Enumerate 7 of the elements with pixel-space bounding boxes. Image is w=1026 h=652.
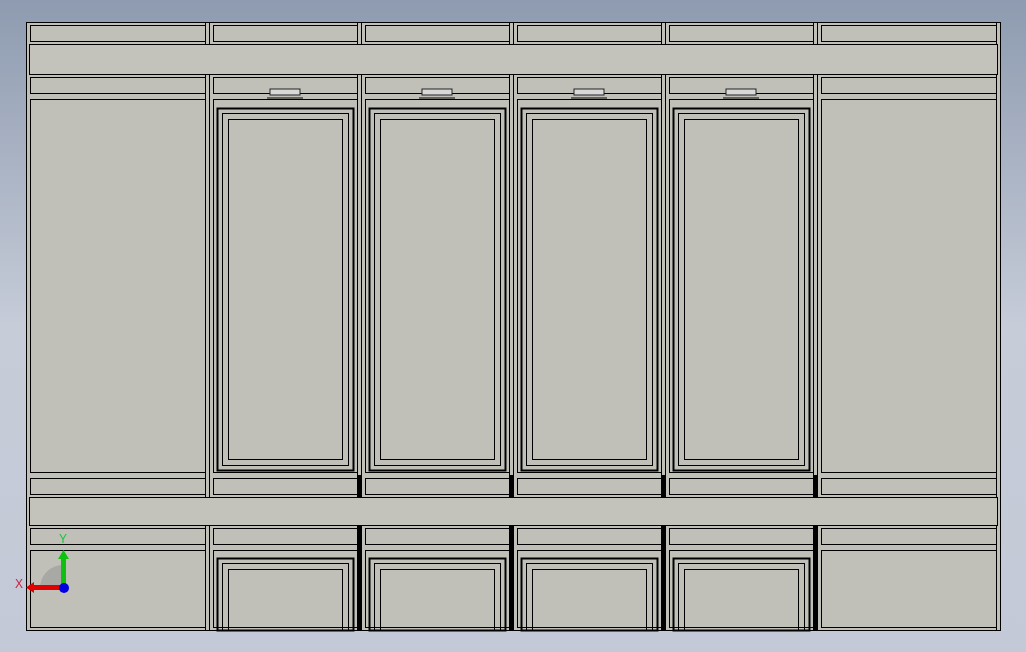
door-handle-icon: [266, 88, 304, 99]
z-axis-dot-icon: [59, 583, 69, 593]
door-handle-icon: [570, 88, 608, 99]
y-axis-label: Y: [59, 532, 67, 546]
x-axis-label: X: [15, 577, 23, 591]
door-handle-icon: [722, 88, 760, 99]
door-handle-icon: [418, 88, 456, 99]
